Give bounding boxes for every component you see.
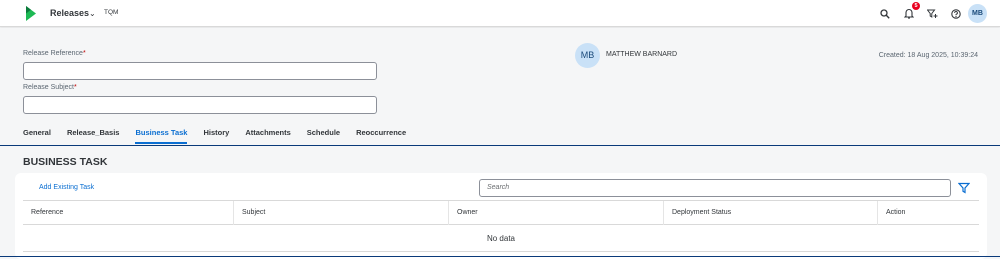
shell-bar: Releases ⌄ TQM 5 MB — [0, 0, 1000, 27]
tab-attachments[interactable]: Attachments — [237, 128, 298, 144]
app-subtitle: TQM — [104, 9, 119, 16]
filter-icon[interactable] — [958, 182, 970, 194]
table-empty-message: No data — [23, 226, 979, 252]
column-header-action[interactable]: Action — [877, 201, 979, 225]
tab-release-basis[interactable]: Release_Basis — [59, 128, 128, 144]
chevron-down-icon[interactable]: ⌄ — [89, 9, 96, 18]
tab-reoccurrence[interactable]: Reoccurrence — [348, 128, 414, 144]
tab-general[interactable]: General — [23, 128, 59, 144]
release-subject-label: Release Subject* — [23, 84, 77, 91]
notification-badge: 5 — [912, 2, 920, 10]
help-icon[interactable] — [949, 7, 962, 20]
tab-history[interactable]: History — [195, 128, 237, 144]
column-header-owner[interactable]: Owner — [448, 201, 663, 225]
filter-add-icon[interactable] — [926, 7, 939, 20]
user-avatar[interactable]: MB — [968, 4, 987, 23]
release-reference-label: Release Reference* — [23, 50, 86, 57]
footer-divider — [0, 256, 1000, 257]
tab-bar: General Release_Basis Business Task Hist… — [23, 128, 414, 144]
search-input[interactable]: Search — [479, 179, 951, 197]
section-title: BUSINESS TASK — [23, 156, 108, 168]
release-reference-input[interactable] — [23, 62, 377, 80]
owner-avatar: MB — [575, 43, 600, 68]
add-existing-task-button[interactable]: Add Existing Task — [39, 184, 94, 191]
tab-business-task[interactable]: Business Task — [127, 128, 195, 144]
tab-schedule[interactable]: Schedule — [299, 128, 348, 144]
tab-divider — [0, 145, 1000, 146]
search-icon[interactable] — [878, 7, 891, 20]
table-header: Reference Subject Owner Deployment Statu… — [23, 200, 979, 225]
company-logo-icon[interactable] — [26, 6, 36, 21]
created-timestamp: Created: 18 Aug 2025, 10:39:24 — [878, 52, 978, 59]
release-subject-input[interactable] — [23, 96, 377, 114]
app-title[interactable]: Releases — [50, 8, 89, 18]
column-header-reference[interactable]: Reference — [23, 201, 233, 225]
owner-name: MATTHEW BARNARD — [606, 51, 678, 58]
column-header-subject[interactable]: Subject — [233, 201, 448, 225]
column-header-deployment-status[interactable]: Deployment Status — [663, 201, 877, 225]
